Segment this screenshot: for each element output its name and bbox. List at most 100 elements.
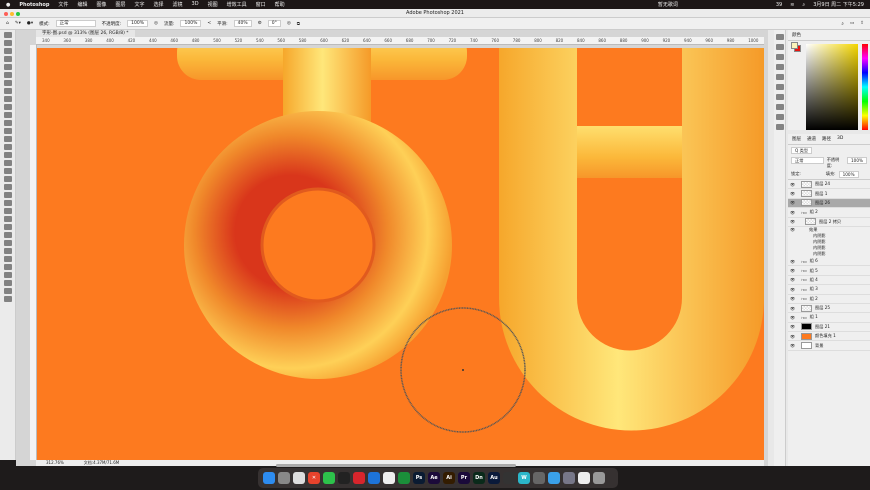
dock-app-icon[interactable] — [548, 472, 560, 484]
dock-app-icon[interactable] — [293, 472, 305, 484]
flow-field[interactable]: 100% — [180, 20, 202, 27]
visibility-eye-icon[interactable]: 👁 — [790, 200, 795, 205]
tool-button[interactable] — [4, 32, 12, 38]
tool-button[interactable] — [4, 184, 12, 190]
mode-select[interactable]: 正常 — [55, 20, 96, 27]
tool-button[interactable] — [4, 200, 12, 206]
angle-field[interactable]: 0° — [267, 20, 281, 27]
search-icon[interactable]: ⌕ — [841, 21, 844, 27]
horizontal-scrollbar[interactable] — [276, 464, 516, 467]
visibility-eye-icon[interactable]: 👁 — [790, 315, 795, 320]
visibility-eye-icon[interactable]: 👁 — [790, 227, 795, 232]
layer-row[interactable]: 👁 ›▭ 组 2 — [788, 295, 870, 304]
menu-item[interactable]: 帮助 — [275, 1, 285, 8]
menu-item[interactable]: 窗口 — [256, 1, 266, 8]
visibility-eye-icon[interactable]: 👁 — [790, 219, 795, 224]
menu-item[interactable]: 图层 — [115, 1, 125, 8]
layer-row[interactable]: 👁 图层 26 — [788, 198, 870, 209]
panel-icon-button[interactable] — [776, 114, 784, 120]
pressure-size-icon[interactable]: ◎ — [287, 21, 291, 26]
dock-app-icon[interactable] — [398, 472, 410, 484]
panel-icon-button[interactable] — [776, 74, 784, 80]
layer-row[interactable]: 👁 ›▭ 组 4 — [788, 276, 870, 286]
workspace-icon[interactable]: ▭ — [850, 21, 854, 27]
tool-button[interactable] — [4, 296, 12, 302]
dock-app-icon[interactable]: Ps — [413, 472, 425, 484]
canvas[interactable] — [37, 48, 764, 460]
menu-item[interactable]: 文字 — [134, 1, 144, 8]
layer-row[interactable]: 👁 图层 1 — [788, 189, 870, 199]
dock-app-icon[interactable] — [368, 472, 380, 484]
tool-button[interactable] — [4, 48, 12, 54]
panel-icon-button[interactable] — [776, 34, 784, 40]
layer-fill-field[interactable]: 100% — [838, 171, 859, 178]
tool-button[interactable] — [4, 136, 12, 142]
tab-paths[interactable]: 路径 — [822, 136, 831, 142]
menu-item[interactable]: 图像 — [96, 1, 106, 8]
panel-icon-button[interactable] — [776, 64, 784, 70]
layer-row[interactable]: 👁 图层 2 拷贝 — [788, 218, 870, 227]
visibility-eye-icon[interactable]: 👁 — [790, 259, 795, 264]
dock-app-icon[interactable]: Ai — [443, 472, 455, 484]
tool-button[interactable] — [4, 192, 12, 198]
visibility-eye-icon[interactable]: 👁 — [790, 191, 795, 196]
menu-item[interactable]: 滤镜 — [173, 1, 183, 8]
layer-row[interactable]: 👁 颜色填充 1 — [788, 332, 870, 342]
home-icon[interactable]: ⌂ — [6, 21, 9, 26]
layer-row[interactable]: 👁 图层 24 — [788, 180, 870, 190]
tool-button[interactable] — [4, 64, 12, 70]
tool-button[interactable] — [4, 248, 12, 254]
symmetry-icon[interactable]: ⧉ — [297, 21, 300, 27]
menu-item[interactable]: 编辑 — [77, 1, 87, 8]
panel-icon-button[interactable] — [776, 94, 784, 100]
zoom-level[interactable]: 312.76% — [46, 460, 64, 466]
menu-item[interactable]: 视图 — [208, 1, 218, 8]
brush-preset-picker[interactable]: ●▾ — [27, 21, 33, 26]
layer-filter[interactable]: Q 类型 — [791, 147, 813, 154]
menu-item[interactable]: 选择 — [154, 1, 164, 8]
tool-button[interactable] — [4, 232, 12, 238]
tool-button[interactable] — [4, 128, 12, 134]
dock-app-icon[interactable]: Pr — [458, 472, 470, 484]
tool-button[interactable] — [4, 208, 12, 214]
tool-button[interactable] — [4, 272, 12, 278]
dock-app-icon[interactable]: Dn — [473, 472, 485, 484]
layer-row[interactable]: 👁 图层 21 — [788, 323, 870, 333]
tool-button[interactable] — [4, 176, 12, 182]
panel-icon-button[interactable] — [776, 54, 784, 60]
tab-color[interactable]: 颜色 — [792, 32, 801, 38]
dock-app-icon[interactable]: ✕ — [308, 472, 320, 484]
layer-row[interactable]: 👁 ›▭ 组 3 — [788, 285, 870, 295]
tool-button[interactable] — [4, 112, 12, 118]
foreground-swatch[interactable] — [791, 42, 798, 49]
tab-channels[interactable]: 通道 — [807, 136, 816, 142]
menu-app[interactable]: Photoshop — [19, 2, 49, 8]
menu-item[interactable]: 增效工具 — [227, 1, 247, 8]
layer-row[interactable]: 👁 图层 25 — [788, 304, 870, 314]
layer-row[interactable]: 👁 ›▭ 组 6 — [788, 257, 870, 267]
tool-button[interactable] — [4, 240, 12, 246]
dock-app-icon[interactable] — [323, 472, 335, 484]
tool-button[interactable] — [4, 168, 12, 174]
dock-app-icon[interactable] — [383, 472, 395, 484]
tool-button[interactable] — [4, 288, 12, 294]
search-icon[interactable]: ⌕ — [802, 2, 805, 8]
dock-app-icon[interactable] — [338, 472, 350, 484]
layer-row[interactable]: 👁 ›▭ 组 1 — [788, 313, 870, 323]
dock-app-icon[interactable] — [263, 472, 275, 484]
smoothing-settings-icon[interactable]: ⚙ — [258, 21, 262, 26]
layer-opacity-field[interactable]: 100% — [847, 157, 867, 164]
tool-button[interactable] — [4, 256, 12, 262]
panel-icon-button[interactable] — [776, 44, 784, 50]
hue-slider[interactable] — [862, 44, 868, 130]
tool-button[interactable] — [4, 56, 12, 62]
tool-button[interactable] — [4, 152, 12, 158]
dock-app-icon[interactable] — [563, 472, 575, 484]
dock-app-icon[interactable] — [593, 472, 605, 484]
dock-app-icon[interactable] — [278, 472, 290, 484]
tool-button[interactable] — [4, 160, 12, 166]
tool-button[interactable] — [4, 120, 12, 126]
zoom-button[interactable] — [16, 12, 20, 16]
color-field[interactable] — [806, 44, 858, 130]
tool-button[interactable] — [4, 96, 12, 102]
